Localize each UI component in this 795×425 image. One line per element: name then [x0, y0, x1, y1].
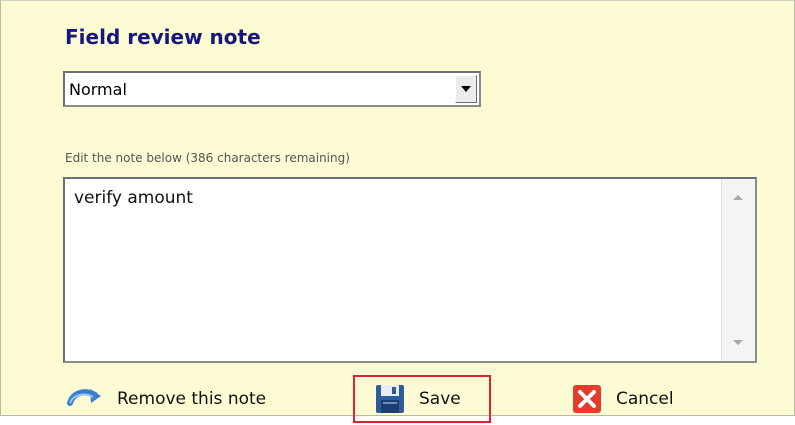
- dropdown-button[interactable]: [455, 75, 477, 103]
- review-note-dialog: Field review note Normal Edit the note b…: [0, 0, 795, 423]
- dialog-title: Field review note: [65, 25, 261, 49]
- scroll-down-arrow-icon[interactable]: [733, 340, 743, 345]
- characters-remaining-hint: Edit the note below (386 characters rema…: [65, 151, 350, 165]
- undo-arrow-icon: [67, 387, 103, 411]
- save-button[interactable]: Save: [353, 375, 491, 423]
- priority-select-value: Normal: [69, 80, 127, 99]
- remove-note-label: Remove this note: [117, 389, 267, 409]
- chevron-down-icon: [461, 86, 471, 92]
- note-textarea[interactable]: verify amount: [63, 177, 757, 363]
- cancel-label: Cancel: [616, 389, 674, 409]
- priority-select[interactable]: Normal: [63, 71, 481, 107]
- save-label: Save: [419, 389, 461, 409]
- cancel-button[interactable]: Cancel: [572, 375, 674, 423]
- floppy-disk-icon: [375, 384, 405, 414]
- red-x-icon: [572, 384, 602, 414]
- remove-note-button[interactable]: Remove this note: [67, 375, 266, 423]
- vertical-scrollbar[interactable]: [721, 179, 755, 361]
- note-text: verify amount: [74, 188, 193, 208]
- scroll-up-arrow-icon[interactable]: [733, 195, 743, 200]
